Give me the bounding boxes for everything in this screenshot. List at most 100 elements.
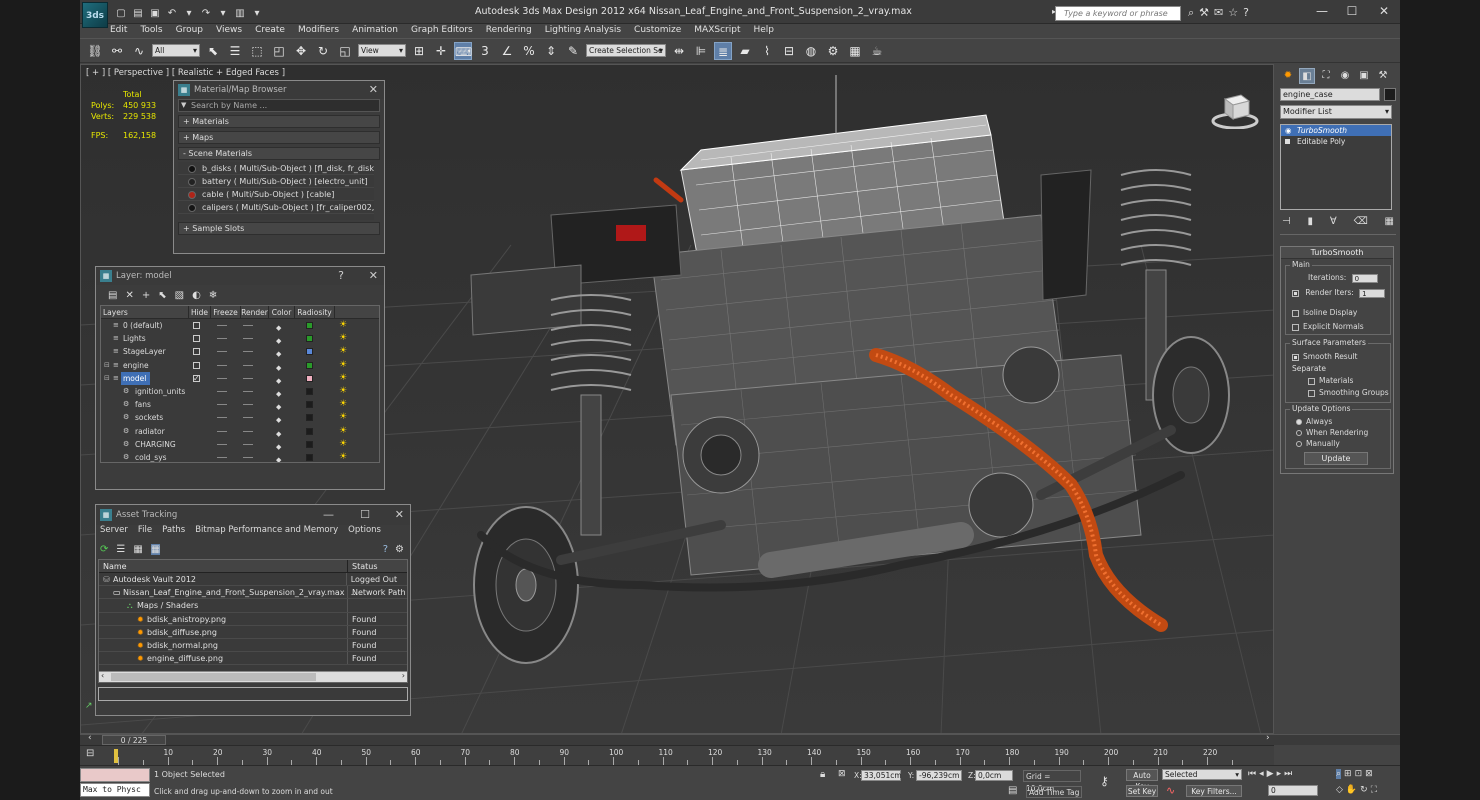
favorites-star-icon[interactable]: ☆ <box>1228 6 1238 20</box>
keyboard-shortcut-override-icon[interactable]: ⌨ <box>454 41 472 60</box>
rendered-frame-icon[interactable]: ▦ <box>846 42 864 60</box>
minimize-button[interactable]: — <box>1308 2 1336 20</box>
rotate-icon[interactable]: ↻ <box>314 42 332 60</box>
help-icon[interactable]: ? <box>1243 6 1249 20</box>
section-maps[interactable]: + Maps <box>178 131 380 144</box>
radiosity-bulb-icon[interactable]: ☀ <box>339 411 347 424</box>
always-radio[interactable] <box>1296 419 1302 425</box>
asset-row[interactable]: ▭ Nissan_Leaf_Engine_and_Front_Suspension… <box>99 586 407 600</box>
pan-icon[interactable]: ✋ <box>1346 785 1357 795</box>
layer-row[interactable]: ≡ 0 (default) ◆ ☀ <box>101 319 379 332</box>
section-materials[interactable]: + Materials <box>178 115 380 128</box>
stack-item-turbosmooth[interactable]: ◉ TurboSmooth <box>1281 125 1391 136</box>
viewcube-icon[interactable] <box>1211 91 1259 129</box>
selection-filter-dropdown[interactable]: All <box>152 44 200 57</box>
explicit-normals-checkbox[interactable] <box>1292 323 1299 331</box>
zoom-extents-all-icon[interactable]: ⊠ <box>1365 769 1373 779</box>
layer-col-hide[interactable]: Hide <box>189 306 211 318</box>
layer-current-checkbox[interactable] <box>193 335 200 343</box>
hide-toggle[interactable] <box>217 417 227 419</box>
new-file-icon[interactable]: ▢ <box>114 7 128 20</box>
configure-sets-icon[interactable]: ▦ <box>1385 216 1394 227</box>
freeze-all-layers-icon[interactable]: ❄ <box>209 290 217 301</box>
zoom-icon[interactable]: ⌕ <box>1336 769 1342 779</box>
layer-col-render[interactable]: Render <box>241 306 269 318</box>
rollout-title[interactable]: TurboSmooth <box>1281 247 1393 259</box>
add-time-tag-button[interactable]: Add Time Tag <box>1026 786 1082 798</box>
material-browser-close-icon[interactable]: ✕ <box>369 81 378 99</box>
menu-modifiers[interactable]: Modifiers <box>298 24 339 38</box>
menu-customize[interactable]: Customize <box>634 24 681 38</box>
asset-minimize-icon[interactable]: — <box>323 505 334 525</box>
update-button[interactable]: Update <box>1304 452 1368 465</box>
time-slider-thumb[interactable]: 0 / 225 <box>102 735 166 745</box>
menu-graph-editors[interactable]: Graph Editors <box>411 24 473 38</box>
scroll-right-icon[interactable]: › <box>402 671 405 680</box>
freeze-toggle[interactable] <box>243 456 253 458</box>
menu-tools[interactable]: Tools <box>140 24 162 38</box>
hide-toggle[interactable] <box>217 325 227 326</box>
menu-animation[interactable]: Animation <box>352 24 398 38</box>
layer-color-swatch[interactable] <box>306 453 313 461</box>
communication-icon[interactable]: ✉ <box>1214 6 1223 20</box>
menu-create[interactable]: Create <box>255 24 285 38</box>
graphite-tools-icon[interactable]: ▰ <box>736 42 754 60</box>
menu-group[interactable]: Group <box>176 24 203 38</box>
freeze-toggle[interactable] <box>243 430 253 432</box>
maximize-button[interactable]: ☐ <box>1338 2 1366 20</box>
menu-edit[interactable]: Edit <box>110 24 127 38</box>
orbit-icon[interactable]: ↻ <box>1360 785 1368 795</box>
close-button[interactable]: ✕ <box>1370 2 1398 20</box>
layer-current-checkbox[interactable] <box>193 361 200 369</box>
select-in-layer-icon[interactable]: ⬉ <box>158 290 166 301</box>
layer-row[interactable]: ⚙ sockets ◆ ☀ <box>101 411 379 424</box>
asset-menu-paths[interactable]: Paths <box>162 525 185 539</box>
hide-toggle[interactable] <box>217 404 227 406</box>
render-production-icon[interactable]: ☕ <box>868 42 886 60</box>
reference-coord-dropdown[interactable]: View <box>358 44 406 57</box>
time-next-icon[interactable]: › <box>1266 733 1270 743</box>
layer-manager-icon[interactable]: ≣ <box>714 41 732 60</box>
mirror-icon[interactable]: ⇹ <box>670 42 688 60</box>
material-item[interactable]: calipers ( Multi/Sub-Object ) [fr_calipe… <box>178 201 374 214</box>
materials-checkbox[interactable] <box>1308 377 1315 385</box>
asset-row[interactable]: ✹ bdisk_diffuse.png Found <box>99 625 407 639</box>
lock-selection-icon[interactable]: 🔒︎ <box>820 769 825 780</box>
display-tab-icon[interactable]: ▣ <box>1356 68 1372 84</box>
layer-color-swatch[interactable] <box>306 401 313 409</box>
layer-row[interactable]: ⚙ fans ◆ ☀ <box>101 398 379 411</box>
freeze-toggle[interactable] <box>243 325 253 326</box>
undo-dropdown-icon[interactable]: ▾ <box>182 7 196 20</box>
radiosity-bulb-icon[interactable]: ☀ <box>339 359 347 372</box>
radiosity-bulb-icon[interactable]: ☀ <box>339 451 347 462</box>
material-item[interactable]: b_disks ( Multi/Sub-Object ) [fl_disk, f… <box>178 162 374 175</box>
layer-help-icon[interactable]: ? <box>338 267 344 285</box>
asset-menu-server[interactable]: Server <box>100 525 128 539</box>
menu-maxscript[interactable]: MAXScript <box>694 24 740 38</box>
material-item[interactable]: cable ( Multi/Sub-Object ) [cable] <box>178 188 374 201</box>
asset-tracking-title-bar[interactable]: ▦ Asset Tracking — ☐ ✕ <box>96 505 410 525</box>
play-icon[interactable]: ▶ <box>1267 769 1274 779</box>
key-mode-curve-icon[interactable]: ∿ <box>1166 784 1175 797</box>
material-search-input[interactable]: ▼ Search by Name ... <box>178 99 380 112</box>
list-view-icon[interactable]: ☰ <box>116 544 125 555</box>
rect-selection-icon[interactable]: ⬚ <box>248 42 266 60</box>
move-icon[interactable]: ✥ <box>292 42 310 60</box>
freeze-toggle[interactable] <box>243 351 253 353</box>
layer-row[interactable]: ⚙ radiator ◆ ☀ <box>101 425 379 438</box>
asset-row[interactable]: ⛬ Maps / Shaders <box>99 599 407 613</box>
freeze-toggle[interactable] <box>243 443 253 445</box>
track-bar[interactable]: ⊟ 10 20 30 40 50 60 70 80 90 100 110 120 130 140 150 16… <box>80 745 1274 765</box>
radiosity-bulb-icon[interactable]: ☀ <box>339 385 347 398</box>
time-prev-icon[interactable]: ‹ <box>88 733 92 743</box>
layer-manager-title-bar[interactable]: ▦ Layer: model ? ✕ <box>96 267 384 285</box>
radiosity-bulb-icon[interactable]: ☀ <box>339 398 347 411</box>
auto-key-button[interactable]: Auto Key <box>1126 769 1158 791</box>
select-manipulate-icon[interactable]: ✛ <box>432 42 450 60</box>
spinner-snap-icon[interactable]: ⇕ <box>542 42 560 60</box>
lightbulb-icon[interactable]: ◉ <box>1285 125 1292 136</box>
viewport-label[interactable]: [ + ] [ Perspective ] [ Realistic + Edge… <box>86 68 285 78</box>
material-editor-icon[interactable]: ◍ <box>802 42 820 60</box>
add-to-layer-icon[interactable]: + <box>142 290 150 301</box>
layer-color-swatch[interactable] <box>306 427 313 435</box>
